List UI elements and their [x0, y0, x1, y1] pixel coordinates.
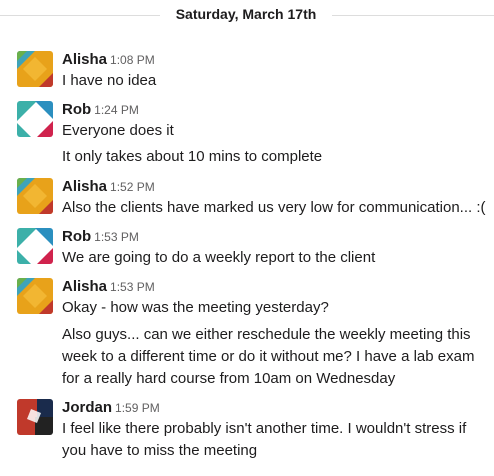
message[interactable]: Rob 1:53 PM We are going to do a weekly r…	[0, 225, 494, 271]
day-divider: Saturday, March 17th	[0, 0, 494, 30]
message[interactable]: Jordan 1:59 PM I feel like there probably…	[0, 396, 494, 466]
timestamp[interactable]: 1:52 PM	[110, 180, 155, 194]
message[interactable]: Alisha 1:53 PM Okay - how was the meeting…	[0, 275, 494, 393]
timestamp[interactable]: 1:53 PM	[110, 280, 155, 294]
avatar-rob[interactable]	[17, 228, 53, 264]
message-text: Also guys... can we either reschedule th…	[62, 326, 471, 343]
message-text: week to a different time or do it withou…	[62, 348, 475, 365]
message-text: Also the clients have marked us very low…	[62, 199, 486, 216]
author-name[interactable]: Rob	[62, 101, 91, 118]
message-text: for a really hard course from 10am on We…	[62, 370, 396, 387]
timestamp[interactable]: 1:53 PM	[94, 230, 139, 244]
avatar-alisha[interactable]	[17, 51, 53, 87]
avatar-jordan[interactable]	[17, 399, 53, 435]
message-text: you have to miss the meeting	[62, 442, 258, 459]
author-name[interactable]: Alisha	[62, 51, 107, 68]
divider-line-left	[0, 15, 160, 16]
message[interactable]: Alisha 1:08 PM I have no idea	[0, 48, 494, 94]
avatar-alisha[interactable]	[17, 178, 53, 214]
message-text: Okay - how was the meeting yesterday?	[62, 299, 329, 316]
message[interactable]: Rob 1:24 PM Everyone does it It only take…	[0, 98, 494, 170]
avatar-rob[interactable]	[17, 101, 53, 137]
message-text: We are going to do a weekly report to th…	[62, 249, 376, 266]
message-text: It only takes about 10 mins to complete	[62, 148, 323, 165]
timestamp[interactable]: 1:59 PM	[115, 401, 160, 415]
message-text: I feel like there probably isn't another…	[62, 420, 467, 437]
author-name[interactable]: Rob	[62, 228, 91, 245]
timestamp[interactable]: 1:24 PM	[94, 103, 139, 117]
author-name[interactable]: Alisha	[62, 278, 107, 295]
author-name[interactable]: Jordan	[62, 399, 112, 416]
divider-line-right	[332, 15, 494, 16]
message-text: Everyone does it	[62, 122, 174, 139]
avatar-alisha[interactable]	[17, 278, 53, 314]
message-text: I have no idea	[62, 72, 157, 89]
message[interactable]: Alisha 1:52 PM Also the clients have mark…	[0, 175, 494, 221]
author-name[interactable]: Alisha	[62, 178, 107, 195]
timestamp[interactable]: 1:08 PM	[110, 53, 155, 67]
day-divider-label[interactable]: Saturday, March 17th	[160, 6, 332, 22]
